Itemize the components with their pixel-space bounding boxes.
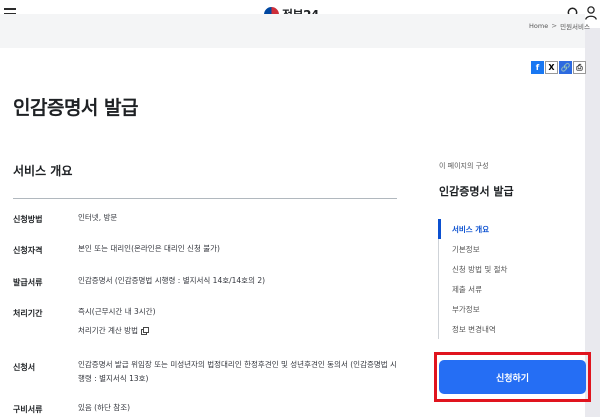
breadcrumb-bar: [0, 14, 585, 48]
section-title: 서비스 개요: [13, 164, 73, 178]
breadcrumb: Home > 민원서비스: [529, 21, 590, 31]
toc-item-method-procedure[interactable]: 신청 방법 및 절차: [439, 259, 584, 279]
calc-link-label: 처리기간 계산 방법: [78, 326, 138, 335]
open-window-icon: [141, 327, 149, 335]
user-icon[interactable]: [585, 6, 597, 20]
row-label-eligibility: 신청자격: [13, 246, 43, 255]
toc-item-overview[interactable]: 서비스 개요: [438, 219, 584, 239]
row-value-required-docs: 있음 (하단 참조): [78, 403, 131, 412]
row-value-processing-time: 즉시(근무시간 내 3시간) 처리기간 계산 방법: [78, 305, 398, 338]
processing-time-text: 즉시(근무시간 내 3시간): [78, 307, 156, 316]
facebook-share-icon[interactable]: f: [531, 61, 544, 74]
row-value-eligibility: 본인 또는 대리인(온라인은 대리인 신청 불가): [78, 244, 220, 253]
row-label-method: 신청방법: [13, 215, 43, 224]
share-buttons: f X 🔗 ⎙: [531, 61, 586, 74]
breadcrumb-home[interactable]: Home: [529, 22, 548, 30]
processing-time-calc-link[interactable]: 처리기간 계산 방법: [78, 324, 149, 338]
breadcrumb-current[interactable]: 민원서비스: [560, 21, 590, 31]
row-value-method: 인터넷, 방문: [78, 213, 118, 222]
row-label-document: 발급서류: [13, 278, 43, 287]
section-divider: [13, 198, 397, 199]
link-copy-icon[interactable]: 🔗: [559, 61, 572, 74]
print-icon[interactable]: ⎙: [573, 61, 586, 74]
toc-title: 인감증명서 발급: [439, 185, 514, 198]
row-label-application-form: 신청서: [13, 363, 36, 372]
toc-item-documents[interactable]: 제출 서류: [439, 279, 584, 299]
row-value-application-form: 인감증명서 발급 위임장 또는 미성년자의 법정대리인 한정후견인 및 성년후견…: [78, 360, 397, 383]
x-share-icon[interactable]: X: [545, 61, 558, 74]
toc-caption: 이 페이지의 구성: [439, 162, 489, 170]
row-label-required-docs: 구비서류: [13, 405, 43, 414]
toc-item-additional-info[interactable]: 부가정보: [439, 299, 584, 319]
row-label-processing-time: 처리기간: [13, 309, 43, 318]
page-title: 인감증명서 발급: [13, 97, 138, 119]
row-value-document: 인감증명서 (인감증명법 시행령 : 별지서식 14호/14호의 2): [78, 276, 266, 285]
toc-item-change-history[interactable]: 정보 변경내역: [439, 319, 584, 339]
breadcrumb-separator-icon: >: [551, 22, 558, 30]
toc-list: 서비스 개요 기본정보 신청 방법 및 절차 제출 서류 부가정보 정보 변경내…: [438, 219, 584, 339]
toc-item-basic-info[interactable]: 기본정보: [439, 239, 584, 259]
apply-button[interactable]: 신청하기: [439, 360, 586, 394]
